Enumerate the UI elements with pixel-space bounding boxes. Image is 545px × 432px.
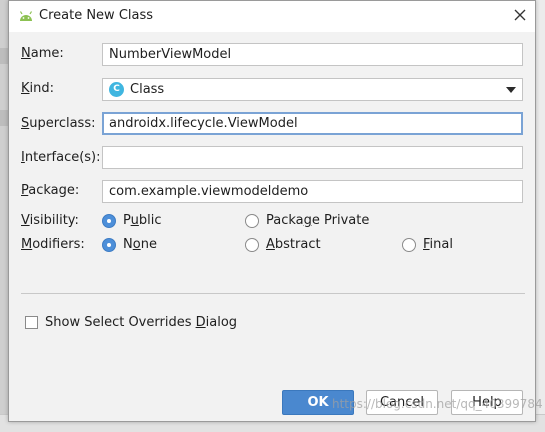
superclass-label: Superclass: bbox=[21, 116, 96, 131]
close-button[interactable] bbox=[504, 1, 535, 32]
interfaces-label: Interface(s): bbox=[21, 150, 101, 165]
dialog-titlebar: Create New Class bbox=[9, 1, 535, 32]
modifier-none-radio[interactable]: None bbox=[102, 237, 157, 252]
chevron-down-icon bbox=[506, 87, 516, 93]
android-icon bbox=[18, 9, 34, 23]
name-field[interactable]: NumberViewModel bbox=[102, 43, 523, 66]
superclass-field[interactable]: androidx.lifecycle.ViewModel bbox=[102, 112, 523, 135]
kind-selected-value: Class bbox=[130, 82, 165, 97]
close-icon bbox=[514, 9, 526, 25]
name-label: Name: bbox=[21, 46, 64, 61]
radio-indicator bbox=[245, 237, 259, 252]
radio-indicator bbox=[102, 213, 116, 228]
modifiers-label: Modifiers: bbox=[21, 237, 85, 252]
checkbox-label: Show Select Overrides Dialog bbox=[45, 315, 238, 330]
radio-label: Package Private bbox=[266, 213, 370, 228]
background-window-left bbox=[0, 0, 8, 432]
visibility-package-private-radio[interactable]: Package Private bbox=[245, 213, 369, 228]
radio-indicator bbox=[245, 213, 259, 228]
radio-label: None bbox=[123, 237, 157, 252]
background-mark bbox=[0, 110, 8, 126]
dialog-title: Create New Class bbox=[39, 8, 154, 23]
package-label: Package: bbox=[21, 183, 80, 198]
radio-label: Abstract bbox=[266, 237, 321, 252]
package-field[interactable]: com.example.viewmodeldemo bbox=[102, 180, 523, 203]
modifier-final-radio[interactable]: Final bbox=[402, 237, 453, 252]
radio-label: Final bbox=[423, 237, 453, 252]
visibility-label: Visibility: bbox=[21, 213, 79, 228]
checkbox-indicator bbox=[25, 316, 38, 329]
modifier-abstract-radio[interactable]: Abstract bbox=[245, 237, 321, 252]
class-icon: C bbox=[109, 82, 124, 97]
create-new-class-dialog: Create New Class Name: NumberViewModel K… bbox=[8, 0, 536, 422]
background-window-right bbox=[535, 0, 545, 432]
kind-select[interactable]: C Class bbox=[102, 78, 523, 101]
background-mark bbox=[0, 48, 8, 64]
radio-indicator bbox=[102, 237, 116, 252]
kind-label: Kind: bbox=[21, 81, 55, 96]
divider bbox=[21, 293, 525, 294]
radio-label: Public bbox=[123, 213, 162, 228]
radio-indicator bbox=[402, 237, 416, 252]
interfaces-field[interactable] bbox=[102, 146, 523, 169]
watermark: https://blog.csdn.net/qq_40399784 bbox=[332, 397, 543, 411]
show-overrides-checkbox[interactable]: Show Select Overrides Dialog bbox=[25, 315, 237, 330]
visibility-public-radio[interactable]: Public bbox=[102, 213, 162, 228]
